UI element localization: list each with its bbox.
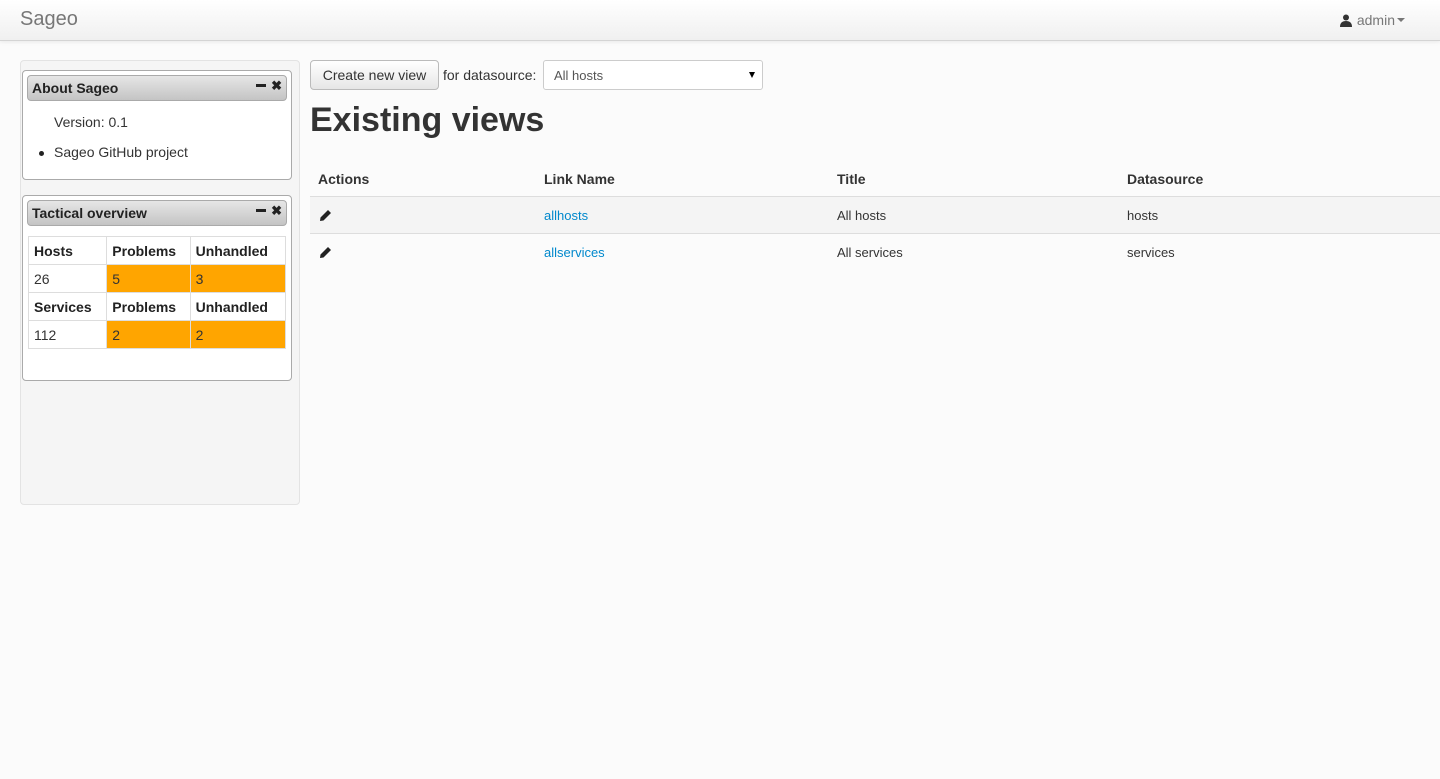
version-text: Version: 0.1 bbox=[54, 114, 128, 130]
page-title: Existing views bbox=[310, 101, 545, 139]
about-widget-title: About Sageo bbox=[32, 80, 119, 96]
view-datasource: hosts bbox=[1127, 208, 1159, 223]
services-problems-header: Problems bbox=[106, 292, 191, 321]
sidebar: About Sageo ✖ Version: 0.1 Sageo GitHub … bbox=[20, 60, 300, 505]
hosts-count[interactable]: 26 bbox=[27, 264, 108, 293]
user-name: admin bbox=[1356, 12, 1395, 28]
minimize-icon[interactable] bbox=[256, 209, 266, 212]
services-header: Services bbox=[27, 292, 108, 321]
brand-link[interactable]: Sageo bbox=[20, 8, 78, 31]
services-unhandled-count[interactable]: 2 bbox=[189, 320, 287, 349]
column-header-actions: Actions bbox=[318, 171, 370, 187]
view-title: All services bbox=[837, 245, 903, 260]
for-datasource-label: for datasource: bbox=[443, 67, 537, 83]
column-header-title: Title bbox=[837, 171, 866, 187]
table-header-row: Actions Link Name Title Datasource bbox=[310, 160, 1440, 197]
user-menu[interactable]: admin bbox=[1339, 12, 1405, 28]
hosts-header: Hosts bbox=[27, 236, 108, 265]
services-problems-count[interactable]: 2 bbox=[106, 320, 191, 349]
view-datasource: services bbox=[1127, 245, 1175, 260]
view-link[interactable]: allservices bbox=[544, 245, 605, 260]
create-new-view-button[interactable]: Create new view bbox=[310, 60, 439, 90]
tactical-widget: Tactical overview ✖ Hosts Problems Unhan… bbox=[22, 195, 292, 381]
pencil-icon[interactable] bbox=[319, 246, 332, 259]
hosts-values-row: 26 5 3 bbox=[27, 264, 287, 293]
services-count[interactable]: 112 bbox=[27, 320, 108, 349]
navbar: Sageo admin bbox=[0, 0, 1440, 41]
minimize-icon[interactable] bbox=[256, 84, 266, 87]
hosts-header-row: Hosts Problems Unhandled bbox=[27, 236, 287, 265]
close-icon[interactable]: ✖ bbox=[271, 78, 282, 94]
view-title: All hosts bbox=[837, 208, 887, 223]
tactical-widget-header[interactable]: Tactical overview ✖ bbox=[27, 200, 287, 226]
tactical-table: Hosts Problems Unhandled 26 5 3 Services… bbox=[27, 236, 287, 349]
column-header-datasource: Datasource bbox=[1127, 171, 1204, 187]
about-widget-header[interactable]: About Sageo ✖ bbox=[27, 75, 287, 101]
view-link[interactable]: allhosts bbox=[544, 208, 588, 223]
services-values-row: 112 2 2 bbox=[27, 320, 287, 349]
services-header-row: Services Problems Unhandled bbox=[27, 292, 287, 321]
bullet-icon bbox=[39, 151, 44, 156]
github-project-link[interactable]: Sageo GitHub project bbox=[54, 144, 188, 160]
dropdown-arrow-icon bbox=[749, 72, 755, 78]
hosts-unhandled-count[interactable]: 3 bbox=[189, 264, 287, 293]
table-row: allhosts All hosts hosts bbox=[310, 197, 1440, 234]
hosts-problems-count[interactable]: 5 bbox=[106, 264, 191, 293]
tactical-widget-title: Tactical overview bbox=[32, 205, 147, 221]
table-row: allservices All services services bbox=[310, 234, 1440, 271]
pencil-icon[interactable] bbox=[319, 209, 332, 222]
datasource-select[interactable]: All hosts bbox=[543, 60, 763, 90]
hosts-unhandled-header: Unhandled bbox=[189, 236, 287, 265]
chevron-down-icon bbox=[1397, 18, 1405, 22]
about-body: Version: 0.1 Sageo GitHub project bbox=[23, 101, 291, 179]
datasource-selected-value: All hosts bbox=[554, 68, 604, 83]
column-header-link-name: Link Name bbox=[544, 171, 615, 187]
services-unhandled-header: Unhandled bbox=[189, 292, 287, 321]
close-icon[interactable]: ✖ bbox=[271, 203, 282, 219]
hosts-problems-header: Problems bbox=[106, 236, 191, 265]
about-widget: About Sageo ✖ Version: 0.1 Sageo GitHub … bbox=[22, 70, 292, 180]
user-icon bbox=[1339, 14, 1352, 27]
